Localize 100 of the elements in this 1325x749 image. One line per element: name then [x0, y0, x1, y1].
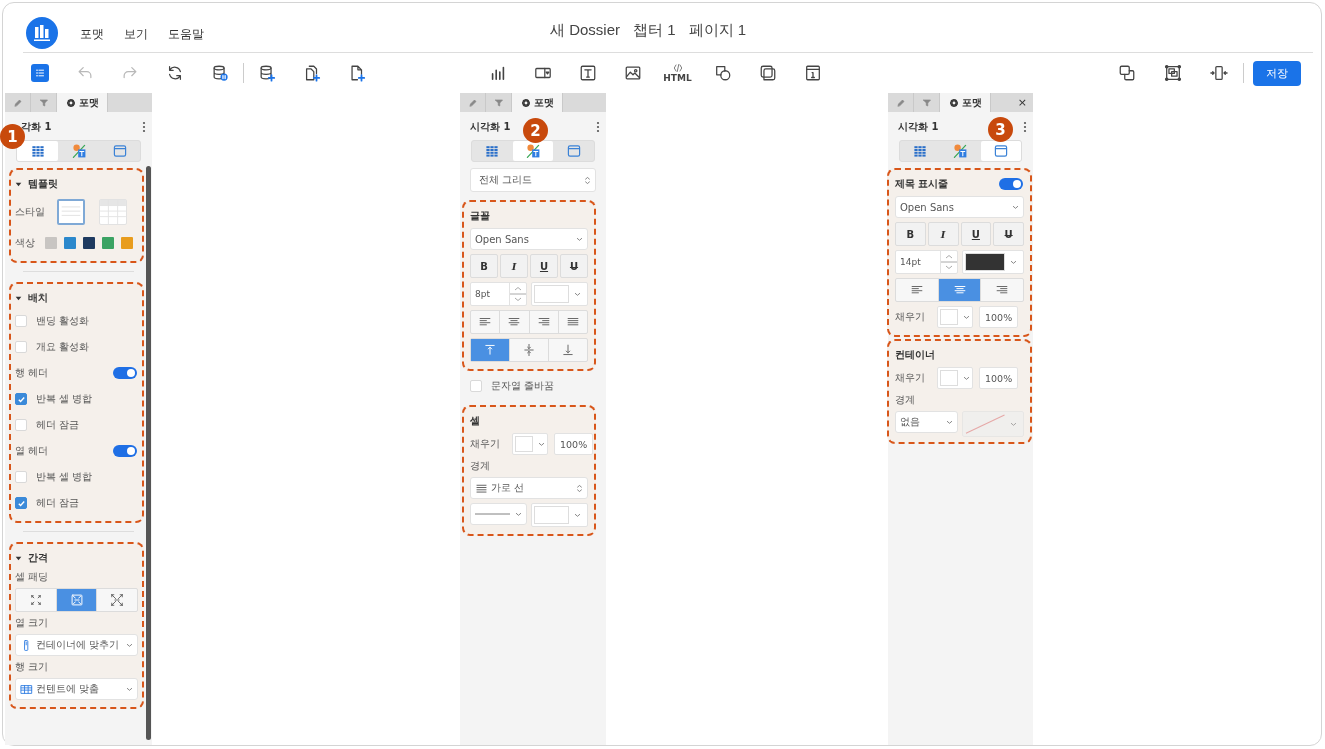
dropdown[interactable]: 컨텐트에 맞춤 — [15, 678, 138, 700]
checkbox[interactable] — [15, 393, 27, 405]
caret-down-icon[interactable] — [15, 294, 22, 302]
dropdown[interactable]: 컨테이너에 맞추기 — [15, 634, 138, 656]
save-button[interactable]: 저장 — [1253, 60, 1301, 86]
menu-item[interactable]: 보기 — [124, 22, 148, 43]
text-format-icon — [70, 143, 87, 159]
more-icon[interactable] — [1023, 121, 1027, 133]
align-button[interactable] — [938, 279, 982, 301]
dropdown[interactable]: Open Sans — [470, 228, 588, 250]
grid-style-thumbnail[interactable] — [99, 199, 127, 225]
caret-down-icon[interactable] — [15, 180, 22, 188]
opacity-field[interactable]: 100% — [979, 367, 1019, 389]
field-label: 스타일 — [15, 205, 45, 219]
lined-style-thumbnail[interactable] — [57, 199, 85, 225]
underline-button[interactable]: U — [530, 254, 558, 278]
table-icon — [20, 682, 33, 696]
font-size-field[interactable]: 14pt — [895, 250, 958, 274]
gear-icon — [65, 97, 76, 108]
checkbox-label: 헤더 잠금 — [36, 496, 80, 510]
italic-button[interactable]: I — [927, 222, 959, 246]
title-text: 챕터 1 — [633, 21, 676, 40]
bold-button[interactable]: B — [470, 254, 498, 278]
setting-label: 행 헤더 — [15, 366, 49, 380]
visualization-title: 시각화 1 — [898, 120, 939, 134]
pencil-icon — [12, 97, 23, 108]
menu-item[interactable]: 포맷 — [80, 22, 104, 43]
toggle-switch[interactable] — [113, 445, 137, 457]
italic-button[interactable]: I — [500, 254, 528, 278]
color-picker[interactable] — [937, 306, 973, 328]
opacity-field[interactable]: 100% — [979, 306, 1019, 328]
title-text: 페이지 1 — [688, 21, 746, 40]
strikethrough-button[interactable]: U — [560, 254, 588, 278]
view-tab[interactable] — [17, 141, 58, 161]
color-swatch[interactable] — [45, 237, 57, 249]
expand-arrows-icon — [110, 593, 125, 607]
field-label: 경계 — [895, 393, 915, 407]
filter-icon — [38, 97, 49, 108]
underline-button[interactable]: U — [960, 222, 992, 246]
title-text: 새 Dossier — [549, 21, 620, 40]
line-style-dropdown[interactable] — [470, 503, 527, 525]
align-button[interactable] — [471, 339, 510, 361]
stepper-icon[interactable] — [509, 283, 526, 305]
field-label: 열 크기 — [15, 616, 49, 630]
table-grid-icon — [912, 143, 929, 159]
color-swatch[interactable] — [64, 237, 76, 249]
panel-tab[interactable]: 포맷 — [512, 93, 563, 112]
toolbar-button[interactable]: HTML — [661, 60, 694, 86]
checkbox[interactable] — [15, 497, 27, 509]
toolbar-button[interactable] — [1162, 62, 1184, 84]
caret-down-icon[interactable] — [15, 554, 22, 562]
stacked-windows-icon — [758, 64, 777, 82]
font-size-field[interactable]: 8pt — [470, 282, 527, 306]
align-bottom-icon — [561, 343, 575, 357]
checkbox-label: 반복 셀 병합 — [36, 392, 93, 406]
color-picker[interactable] — [531, 503, 588, 527]
filter-icon — [921, 97, 932, 108]
panel-tab[interactable]: 포맷 — [57, 93, 108, 112]
section-heading: 컨테이너 — [895, 348, 935, 362]
table-grid-icon — [29, 143, 46, 159]
dropdown[interactable]: Open Sans — [895, 196, 1024, 218]
view-tab[interactable] — [980, 141, 1021, 161]
app-logo[interactable] — [26, 16, 58, 49]
text-format-icon — [525, 143, 541, 159]
color-picker[interactable] — [512, 433, 548, 455]
field-label: 경계 — [470, 459, 490, 473]
toggle-switch[interactable] — [113, 367, 137, 379]
more-icon[interactable] — [596, 121, 600, 133]
color-swatch[interactable] — [83, 237, 95, 249]
bold-button[interactable]: B — [895, 222, 926, 246]
section-heading: 제목 표시줄 — [895, 177, 949, 191]
scrollbar[interactable] — [146, 166, 151, 740]
close-button[interactable]: × — [1011, 96, 1033, 109]
fit-width-icon — [1210, 64, 1228, 82]
color-picker[interactable] — [937, 367, 973, 389]
field-label: 행 크기 — [15, 660, 49, 674]
menu-item[interactable]: 도움말 — [168, 22, 204, 43]
group-frame-icon — [1164, 64, 1182, 82]
section-heading: 템플릿 — [28, 177, 58, 191]
view-tab[interactable] — [512, 141, 554, 161]
color-picker[interactable] — [961, 250, 1024, 274]
color-picker[interactable] — [531, 282, 588, 306]
up-down-chevron-icon — [574, 482, 585, 494]
toggle-switch[interactable] — [999, 178, 1023, 190]
overlap-icon — [1118, 64, 1136, 82]
dropdown[interactable]: 전체 그리드 — [470, 168, 596, 192]
strikethrough-button[interactable]: U — [993, 222, 1024, 246]
padding-frame-icon — [69, 593, 84, 607]
dropdown[interactable]: 가로 선 — [470, 477, 588, 499]
color-swatch[interactable] — [102, 237, 114, 249]
panel-tab[interactable]: 포맷 — [940, 93, 991, 112]
refresh-icon — [166, 64, 184, 82]
padding-option[interactable] — [56, 589, 98, 611]
opacity-field[interactable]: 100% — [554, 433, 594, 455]
more-icon[interactable] — [142, 121, 146, 133]
color-swatch[interactable] — [121, 237, 133, 249]
checkbox-label: 밴딩 활성화 — [36, 314, 90, 328]
field-label: 채우기 — [895, 310, 925, 324]
setting-label: 열 헤더 — [15, 444, 49, 458]
section-heading: 배치 — [28, 291, 48, 305]
